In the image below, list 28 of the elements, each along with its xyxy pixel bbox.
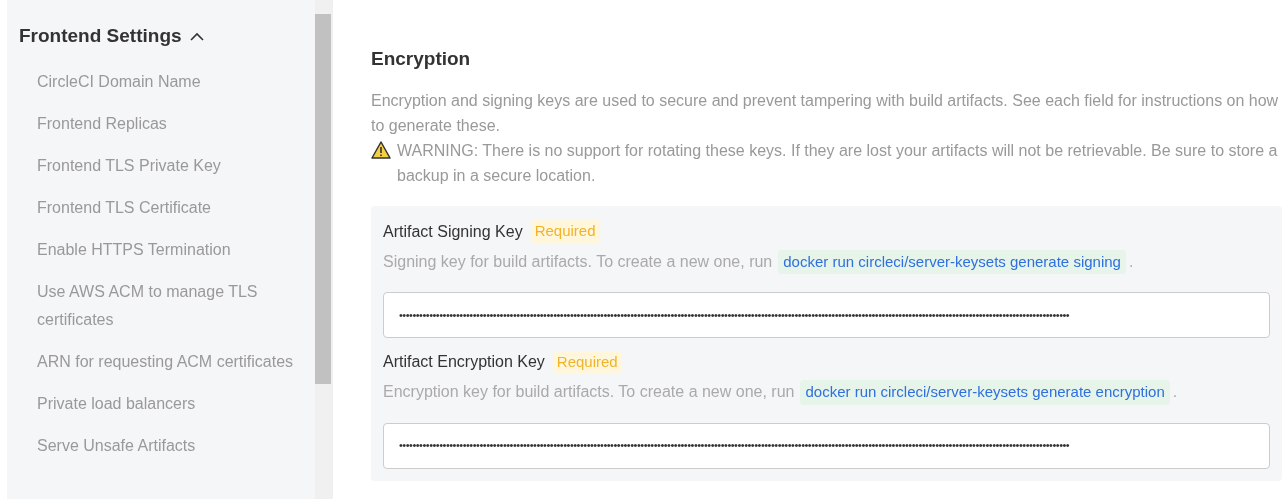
sidebar-item[interactable]: CircleCI Domain Name xyxy=(19,60,315,103)
required-badge: Required xyxy=(552,350,622,374)
command-snippet: docker run circleci/server-keysets generate signing xyxy=(778,249,1126,274)
sidebar-item[interactable]: Enable HTTPS Termination xyxy=(19,228,315,271)
field-label: Artifact Encryption Key xyxy=(383,352,545,372)
section-heading: Encryption xyxy=(371,47,472,71)
sidebar-item[interactable]: Frontend TLS Certificate xyxy=(19,186,315,229)
caret-icon[interactable] xyxy=(189,31,204,41)
password-field[interactable]: •••••••••••••••••••••••••••••••••••••••••••••••••••••••••••••••••••••••••••••••••••••••••••••••••••••••••••••••••••••••••••••••••••••••••••••••••••••••••••••••••••••••••••••••••••••••••••••••••••••••• xyxy=(383,422,1270,469)
sidebar-item[interactable]: Serve Unsafe Artifacts xyxy=(19,424,315,467)
scrollbar-thumb[interactable] xyxy=(315,14,331,384)
field-label: Artifact Signing Key xyxy=(383,221,523,242)
help-text: Signing key for build artifacts. To create a new one, run xyxy=(383,251,773,272)
warning-icon xyxy=(371,140,391,159)
period-text: . xyxy=(1172,382,1178,403)
sidebar-item[interactable]: ARN for requesting ACM certificates xyxy=(19,340,315,383)
section-title[interactable]: Frontend Settings xyxy=(19,22,182,51)
sidebar-item[interactable]: Frontend TLS Private Key xyxy=(19,144,315,187)
password-field[interactable]: •••••••••••••••••••••••••••••••••••••••••••••••••••••••••••••••••••••••••••••••••••••••••••••••••••••••••••••••••••••••••••••••••••••••••••••••••••••••••••••••••••••••••••••••••••••••••••••••••••••••• xyxy=(383,292,1270,338)
description-text: Encryption and signing keys are used to secure and prevent tampering with build artifacts. See each field for instructions on how to generate these. xyxy=(371,90,1280,136)
sidebar-item[interactable]: Use AWS ACM to manage TLS certificates xyxy=(19,270,315,341)
sidebar-item[interactable]: Private load balancers xyxy=(19,382,315,425)
warning-text: WARNING: There is no support for rotating these keys. If they are lost your artifacts will not be retrievable. Be sure to store a backup in a secure location. xyxy=(397,140,1279,186)
help-text: Encryption key for build artifacts. To create a new one, run xyxy=(383,382,795,403)
required-badge: Required xyxy=(530,220,600,243)
command-snippet: docker run circleci/server-keysets generate encryption xyxy=(800,380,1170,405)
period-text: . xyxy=(1128,251,1134,272)
sidebar-item[interactable]: Frontend Replicas xyxy=(19,102,315,145)
